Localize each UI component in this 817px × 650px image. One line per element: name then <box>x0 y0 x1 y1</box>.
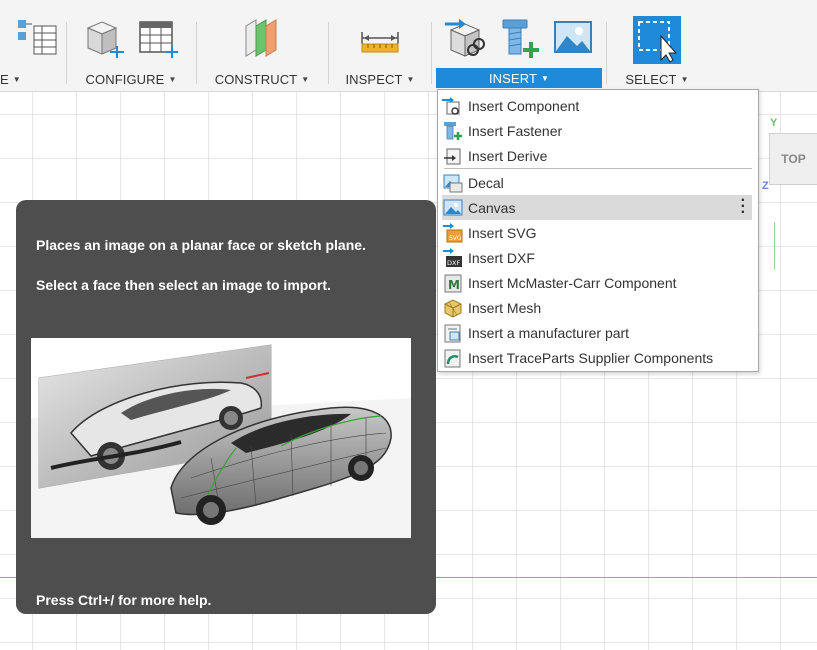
toolbar-group-label: INSPECT <box>345 71 403 87</box>
menu-item-label: Canvas <box>468 199 516 216</box>
tooltip-illustration <box>31 338 411 538</box>
canvas-tooltip: Places an image on a planar face or sket… <box>16 200 436 614</box>
menu-item-label: Insert McMaster-Carr Component <box>468 274 677 291</box>
toolbar-group-construct[interactable]: CONSTRUCT ▼ <box>200 0 324 92</box>
toolbar-group-insert[interactable]: INSERT ▼ <box>436 0 602 92</box>
menu-item-insert-svg[interactable]: SVG Insert SVG <box>442 220 752 245</box>
viewcube[interactable]: TOP <box>769 133 817 185</box>
menu-item-label: Insert Mesh <box>468 299 542 316</box>
menu-item-label: Insert SVG <box>468 224 537 241</box>
menu-item-label: Insert a manufacturer part <box>468 324 630 341</box>
insert-fastener-icon[interactable] <box>497 16 541 60</box>
menu-item-insert-manufacturer-part[interactable]: Insert a manufacturer part <box>442 320 752 345</box>
svg-text:DXF: DXF <box>447 259 460 267</box>
mcmaster-icon: M <box>444 274 462 292</box>
tooltip-description: Places an image on a planar face or sket… <box>36 237 366 253</box>
axis-label-y: Y <box>770 117 778 129</box>
chevron-down-icon: ▼ <box>680 74 689 84</box>
y-axis-line <box>774 222 775 270</box>
chevron-down-icon: ▼ <box>168 74 177 84</box>
chevron-down-icon: ▼ <box>301 74 310 84</box>
menu-item-insert-fastener[interactable]: Insert Fastener <box>442 118 752 143</box>
configuration-table-icon[interactable] <box>136 16 180 60</box>
manufacturer-part-icon <box>444 324 461 342</box>
menu-item-label: Insert DXF <box>468 249 535 266</box>
canvas-image-icon[interactable] <box>551 16 595 60</box>
axis-label-z: Z <box>762 180 769 192</box>
toolbar-group-label: CONSTRUCT <box>214 71 298 87</box>
svg-text:SVG: SVG <box>449 235 462 242</box>
toolbar-group-label: E <box>0 71 9 87</box>
chevron-down-icon: ▼ <box>406 74 415 84</box>
toolbar-separator <box>328 22 329 84</box>
toolbar-group-label: CONFIGURE <box>85 71 165 87</box>
menu-item-insert-traceparts-supplier-components[interactable]: Insert TraceParts Supplier Components <box>442 345 752 370</box>
menu-item-insert-dxf[interactable]: DXF Insert DXF <box>442 245 752 270</box>
menu-item-label: Insert Derive <box>468 147 548 164</box>
menu-item-canvas[interactable]: Canvas · · · <box>442 193 752 221</box>
car-canvas-illustration <box>31 344 411 538</box>
toolbar-group-inspect[interactable]: INSPECT ▼ <box>332 0 428 92</box>
mesh-icon <box>444 298 462 318</box>
toolbar-group-select[interactable]: SELECT ▼ <box>610 0 704 92</box>
menu-separator <box>444 168 752 169</box>
dxf-icon: DXF <box>443 247 462 267</box>
more-options-icon[interactable]: · · · <box>741 193 746 221</box>
menu-item-insert-component[interactable]: Insert Component <box>442 93 752 118</box>
insert-component-icon <box>442 96 460 115</box>
toolbar-separator <box>431 22 432 84</box>
traceparts-icon <box>444 349 461 367</box>
tooltip-instruction: Select a face then select an image to im… <box>36 277 331 293</box>
toolbar-group-modify[interactable]: E ▼ <box>0 0 62 92</box>
construct-planes-icon[interactable] <box>240 16 284 60</box>
insert-derive-icon[interactable] <box>443 16 487 60</box>
toolbar-separator <box>196 22 197 84</box>
menu-item-label: Decal <box>468 174 504 191</box>
toolbar-group-label: SELECT <box>625 71 677 87</box>
canvas-icon <box>443 199 463 215</box>
window-select-icon[interactable] <box>633 16 681 64</box>
viewcube-face-label: TOP <box>781 152 806 166</box>
menu-item-decal[interactable]: Decal <box>442 170 752 195</box>
menu-item-label: Insert Fastener <box>468 122 563 139</box>
toolbar-separator <box>606 22 607 84</box>
toolbar: E ▼ CONFIGURE ▼ CONSTRUCT ▼ INSPECT ▼ IN… <box>0 0 817 92</box>
svg-text:M: M <box>448 278 460 292</box>
toolbar-separator <box>66 22 67 84</box>
svg-icon: SVG <box>443 222 463 242</box>
menu-item-label: Insert Component <box>468 97 580 114</box>
menu-item-insert-mcmaster-carr-component[interactable]: M Insert McMaster-Carr Component <box>442 270 752 295</box>
menu-item-label: Insert TraceParts Supplier Components <box>468 349 714 366</box>
measure-ruler-icon[interactable] <box>358 16 402 60</box>
configure-box-icon[interactable] <box>82 16 126 60</box>
menu-item-insert-derive[interactable]: Insert Derive <box>442 143 752 168</box>
decal-icon <box>443 174 463 192</box>
table-tree-icon[interactable] <box>16 16 60 60</box>
menu-item-insert-mesh[interactable]: Insert Mesh <box>442 295 752 320</box>
fastener-icon <box>444 121 462 140</box>
insert-dropdown-menu: Insert Component Insert Fastener Insert … <box>437 89 759 372</box>
chevron-down-icon: ▼ <box>12 74 21 84</box>
toolbar-group-configure[interactable]: CONFIGURE ▼ <box>70 0 192 92</box>
toolbar-group-label: INSERT <box>488 70 537 86</box>
tooltip-help-hint: Press Ctrl+/ for more help. <box>36 592 212 608</box>
derive-icon <box>444 148 461 164</box>
chevron-down-icon: ▼ <box>541 73 550 83</box>
